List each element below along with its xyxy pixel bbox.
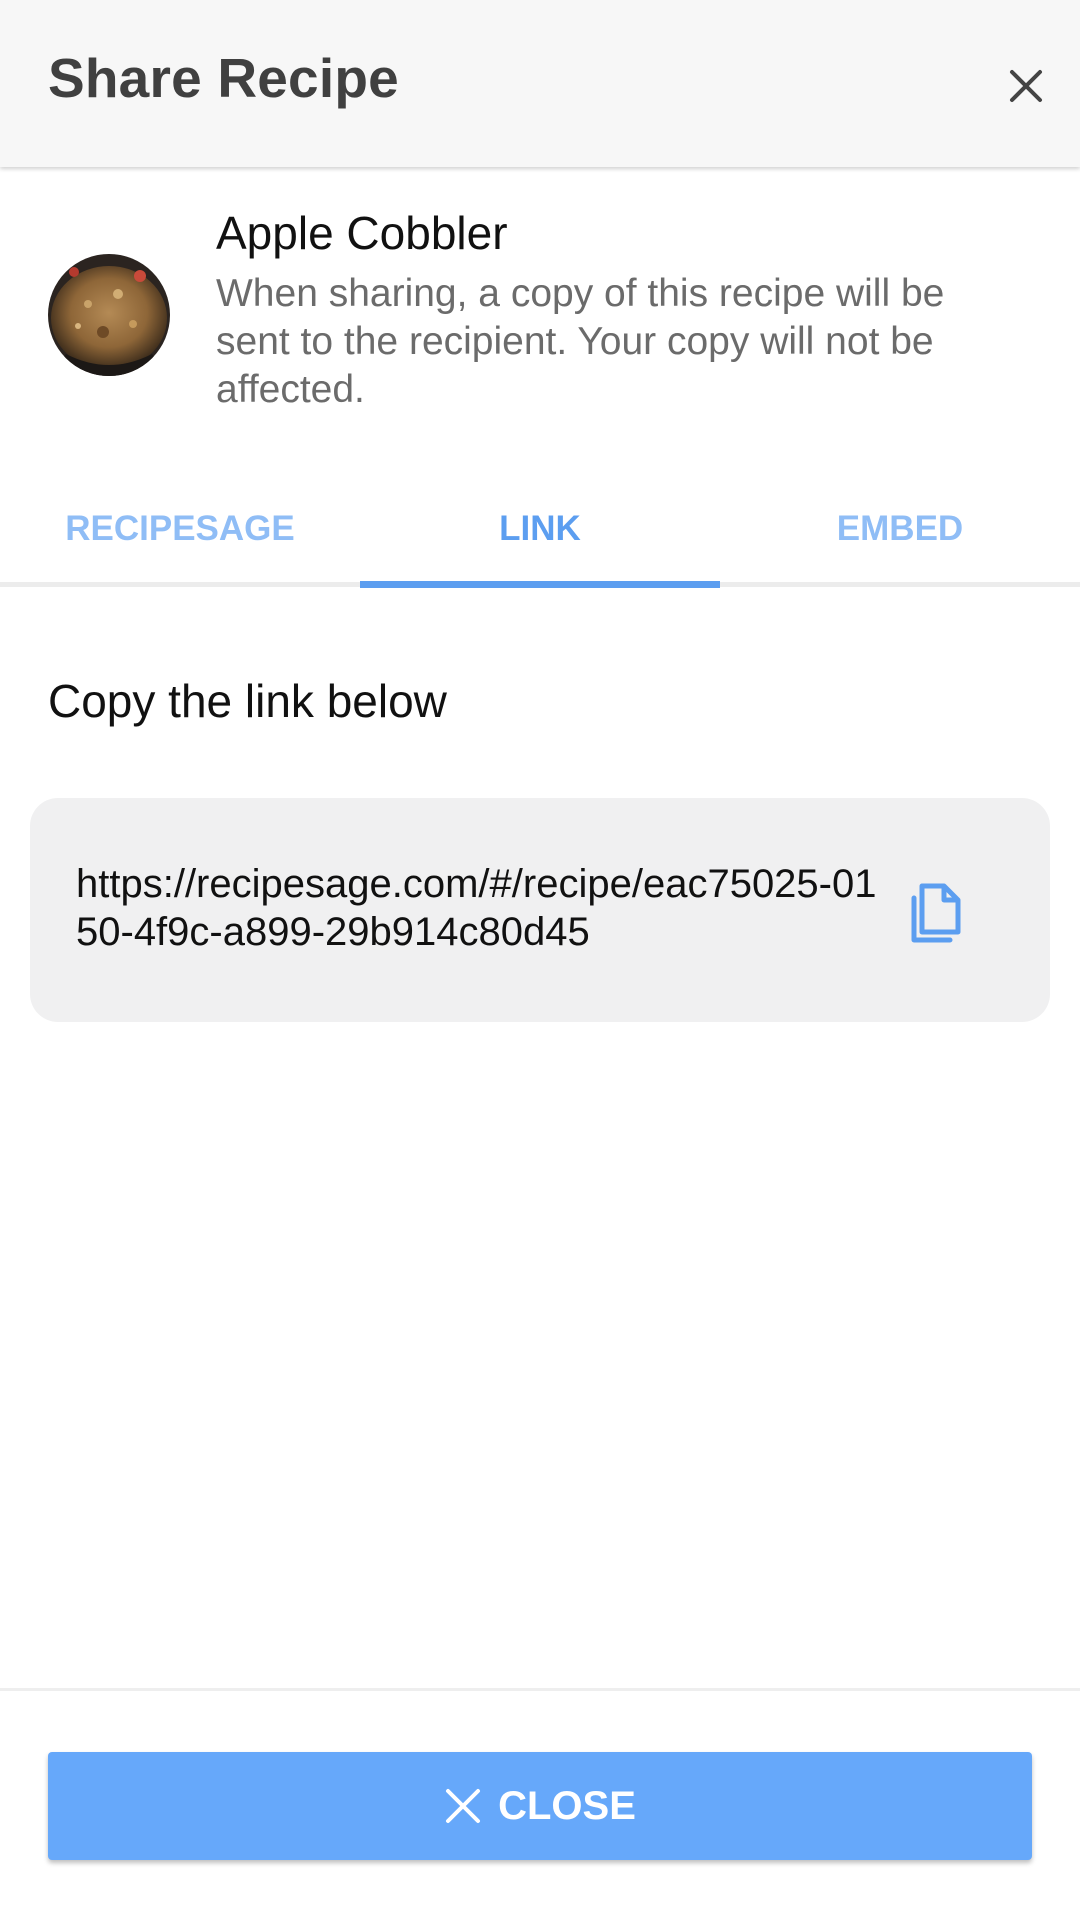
share-url[interactable]: https://recipesage.com/#/recipe/eac75025… [76, 860, 896, 956]
recipe-thumbnail [48, 254, 170, 376]
footer-divider [0, 1688, 1080, 1691]
share-tabs: RECIPESAGE LINK EMBED [0, 470, 1080, 588]
close-icon [446, 1789, 481, 1823]
close-icon[interactable] [1000, 60, 1052, 112]
modal-title: Share Recipe [48, 47, 399, 109]
tab-embed[interactable]: EMBED [720, 470, 1080, 588]
modal-header: Share Recipe [0, 0, 1080, 167]
tab-link[interactable]: LINK [360, 470, 720, 588]
close-button[interactable]: CLOSE [48, 1752, 1032, 1860]
recipe-description: When sharing, a copy of this recipe will… [216, 272, 945, 411]
copy-icon[interactable] [906, 876, 972, 948]
copy-link-heading: Copy the link below [48, 675, 447, 727]
tab-recipesage[interactable]: RECIPESAGE [0, 470, 360, 588]
close-button-label: CLOSE [498, 1783, 636, 1828]
active-tab-indicator [360, 581, 720, 588]
recipe-name: Apple Cobbler [216, 207, 508, 259]
link-box: https://recipesage.com/#/recipe/eac75025… [30, 798, 1050, 1022]
